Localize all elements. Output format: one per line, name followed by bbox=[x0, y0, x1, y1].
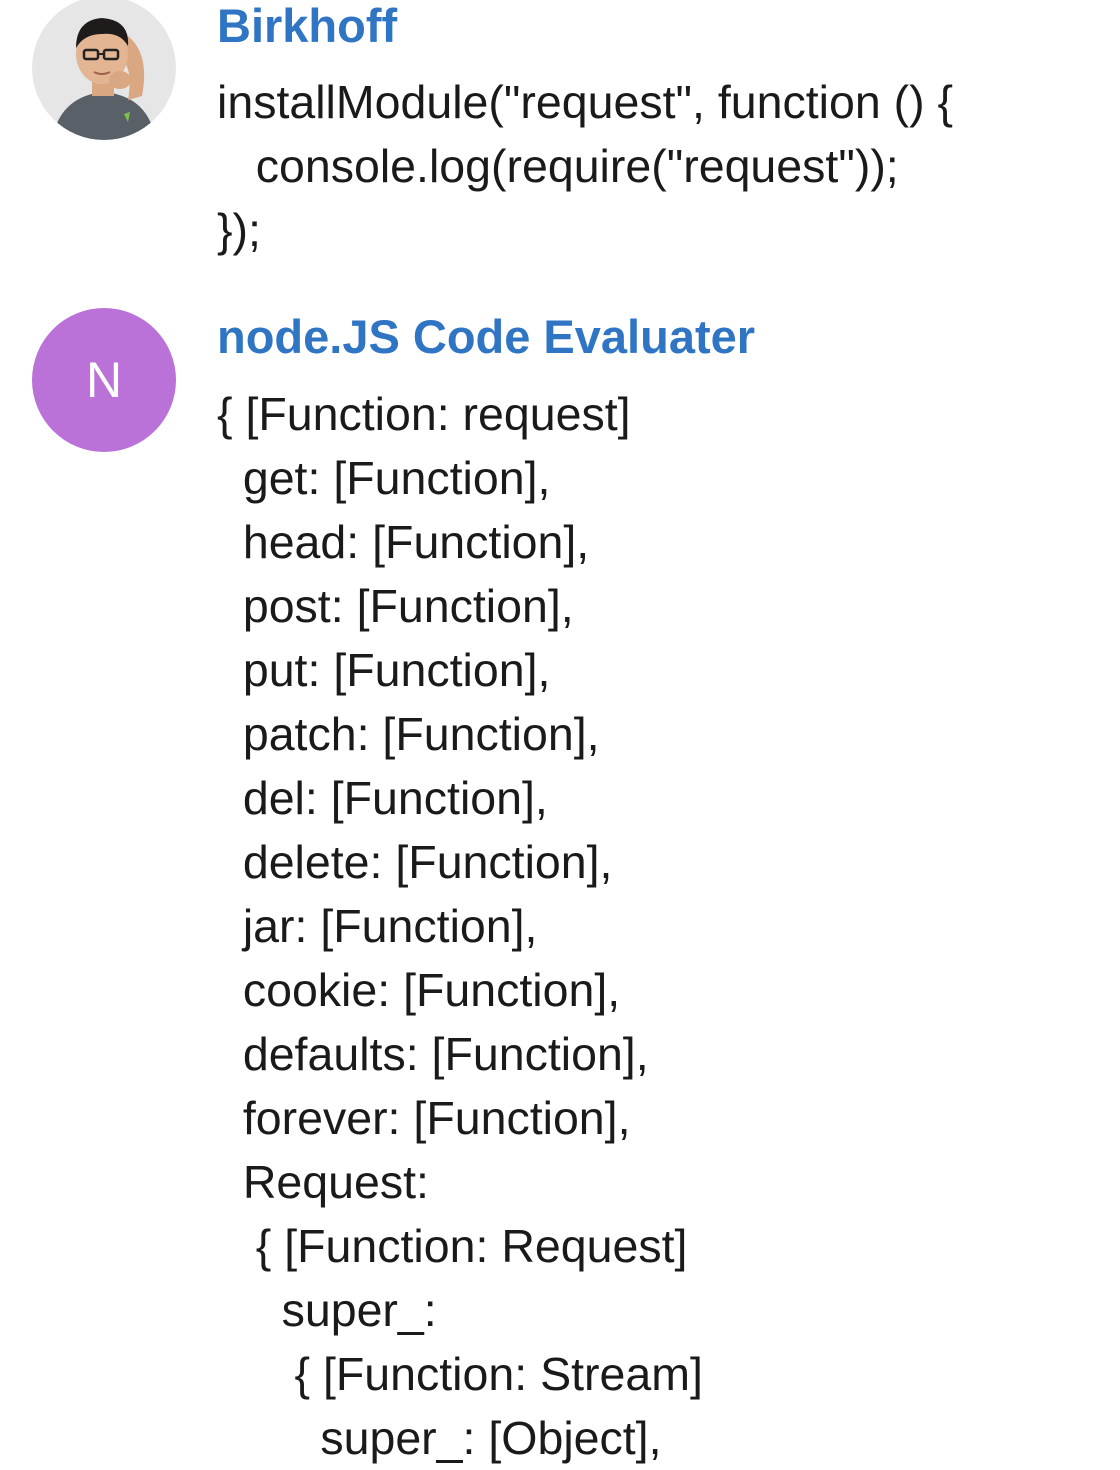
avatar-initial: N bbox=[85, 352, 123, 408]
avatar[interactable] bbox=[32, 0, 176, 140]
message-text: installModule("request", function () { c… bbox=[217, 76, 954, 256]
user-photo-icon bbox=[32, 0, 176, 140]
sender-name[interactable]: Birkhoff bbox=[217, 0, 397, 56]
sender-name[interactable]: node.JS Code Evaluater bbox=[217, 307, 755, 367]
avatar[interactable]: N bbox=[32, 308, 176, 452]
message-text: { [Function: request] get: [Function], h… bbox=[217, 388, 703, 1464]
